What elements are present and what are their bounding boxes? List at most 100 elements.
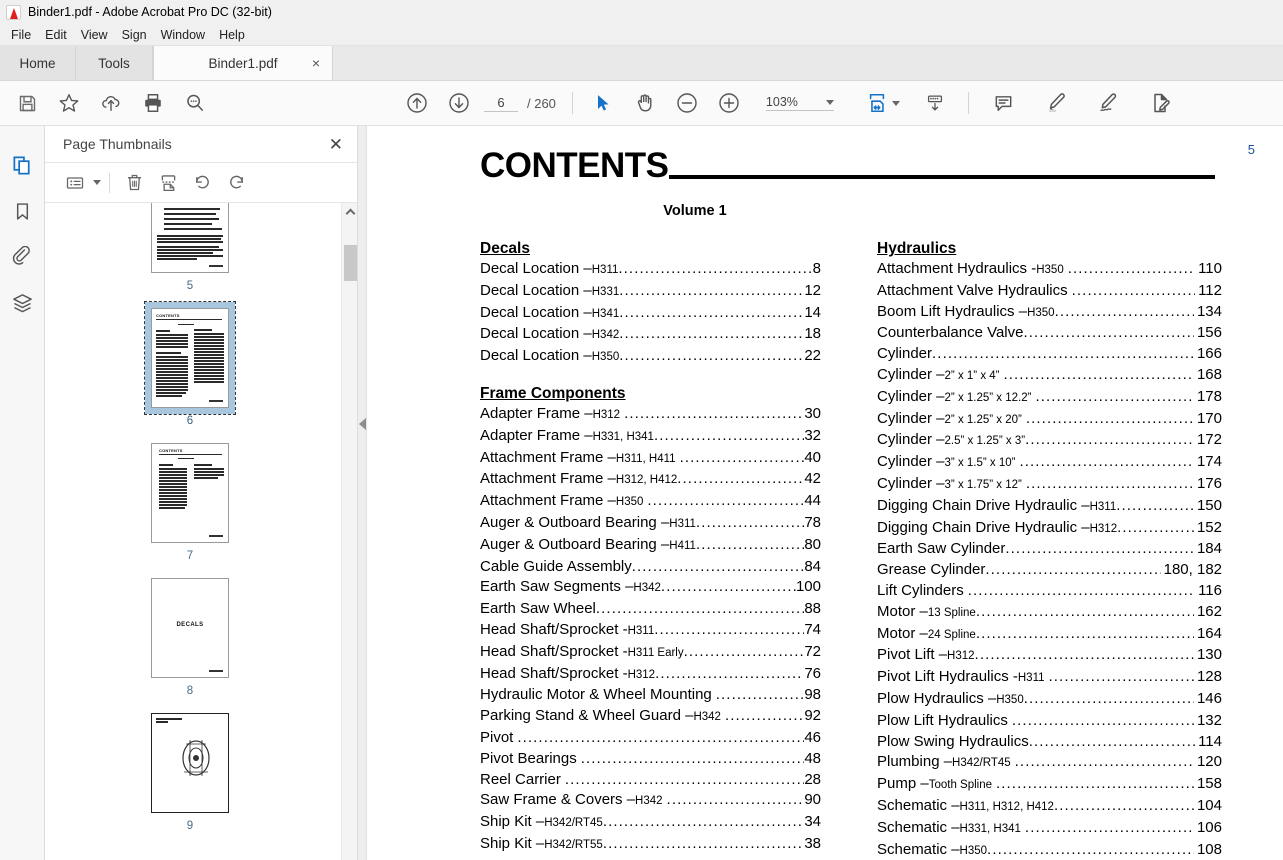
toc-entry[interactable]: Motor – 13 Spline ......................… [877, 602, 1222, 624]
toc-entry[interactable]: Attachment Valve Hydraulics ............… [877, 281, 1222, 302]
toc-entry[interactable]: Decal Location – H341 ..................… [480, 303, 821, 325]
toc-entry[interactable]: Cylinder – 2” x 1” x 4” ................… [877, 365, 1222, 387]
toc-entry[interactable]: Adapter Frame – H312 ...................… [480, 404, 821, 426]
thumbnail-page-6[interactable]: CONTENTS 6 [144, 301, 236, 427]
toc-entry[interactable]: Pump – Tooth Spline ....................… [877, 774, 1222, 796]
toc-entry[interactable]: Attachment Hydraulics - H350 ...........… [877, 259, 1222, 281]
toc-entry[interactable]: Earth Saw Cylinder .....................… [877, 539, 1222, 560]
toc-entry[interactable]: Schematic – H331, H341 .................… [877, 818, 1222, 840]
previous-page-icon[interactable] [396, 82, 438, 124]
toc-entry[interactable]: Cylinder – 2.5” x 1.25” x 3” ...........… [877, 430, 1222, 452]
toc-entry[interactable]: Schematic – H350 .......................… [877, 840, 1222, 860]
toc-entry[interactable]: Attachment Frame – H350 ................… [480, 491, 821, 513]
toc-entry[interactable]: Lift Cylinders .........................… [877, 581, 1222, 602]
toc-entry[interactable]: Hydraulic Motor & Wheel Mounting .......… [480, 685, 821, 706]
hand-tool-icon[interactable] [624, 82, 666, 124]
toc-entry[interactable]: Auger & Outboard Bearing – H311 ........… [480, 513, 821, 535]
thumbnail-page-5[interactable]: 5 [145, 203, 235, 292]
toc-entry[interactable]: Digging Chain Drive Hydraulic – H312 ...… [877, 518, 1222, 540]
thumbnail-page-7[interactable]: CONTENTS 7 [145, 437, 235, 562]
chevron-down-icon[interactable] [825, 99, 834, 105]
scrollbar-thumb[interactable] [344, 245, 357, 281]
toc-entry[interactable]: Reel Carrier ...........................… [480, 770, 821, 791]
upload-cloud-icon[interactable] [90, 82, 132, 124]
close-icon[interactable]: ✕ [329, 136, 343, 153]
tab-document[interactable]: Binder1.pdf × [153, 46, 333, 80]
toc-entry[interactable]: Attachment Frame – H311, H411 ..........… [480, 448, 821, 470]
toc-entry[interactable]: Head Shaft/Sprocket - H312 .............… [480, 664, 821, 686]
scroll-up-icon[interactable] [342, 203, 357, 220]
menu-file[interactable]: File [7, 26, 41, 44]
document-viewport[interactable]: 5 CONTENTS Volume 1 Decals Decal Locatio… [367, 126, 1283, 860]
tab-tools[interactable]: Tools [76, 46, 153, 80]
toc-entry[interactable]: Decal Location – H331 ..................… [480, 281, 821, 303]
toc-entry[interactable]: Motor – 24 Spline ......................… [877, 624, 1222, 646]
toc-entry[interactable]: Parking Stand & Wheel Guard – H342 .....… [480, 706, 821, 728]
zoom-out-icon[interactable] [666, 82, 708, 124]
draw-freehand-icon[interactable] [1087, 82, 1129, 124]
attachments-icon[interactable] [2, 234, 42, 280]
page-display-icon[interactable] [914, 82, 956, 124]
next-page-icon[interactable] [438, 82, 480, 124]
close-icon[interactable]: × [312, 56, 320, 70]
toc-entry[interactable]: Auger & Outboard Bearing – H411 ........… [480, 535, 821, 557]
toc-entry[interactable]: Attachment Frame – H312, H412 ..........… [480, 469, 821, 491]
cursor-arrow-icon[interactable] [582, 82, 624, 124]
toc-entry[interactable]: Boom Lift Hydraulics – H350 ............… [877, 302, 1222, 324]
panel-splitter[interactable] [358, 126, 367, 860]
toc-entry[interactable]: Cable Guide Assembly ...................… [480, 557, 821, 578]
tab-home[interactable]: Home [0, 46, 76, 80]
toc-entry[interactable]: Plow Lift Hydraulics ...................… [877, 711, 1222, 732]
print-icon[interactable] [132, 82, 174, 124]
toc-entry[interactable]: Ship Kit – H342/RT55 ...................… [480, 834, 821, 856]
thumbnails-scrollbar[interactable] [341, 203, 357, 860]
toc-entry[interactable]: Pivot Bearings .........................… [480, 749, 821, 770]
toc-entry[interactable]: Decal Location – H342 ..................… [480, 324, 821, 346]
toc-entry[interactable]: Saw Frame & Covers – H342 ..............… [480, 790, 821, 812]
toc-entry[interactable]: Cylinder – 2” x 1.25” x 12.2” ..........… [877, 387, 1222, 409]
comment-icon[interactable] [983, 82, 1025, 124]
toc-entry[interactable]: Ship Kit – H342/RT45 ...................… [480, 812, 821, 834]
toc-entry[interactable]: Grease Cylinder ........................… [877, 560, 1222, 581]
extract-pages-icon[interactable] [152, 168, 184, 198]
chevron-down-icon[interactable] [93, 180, 101, 185]
menu-window[interactable]: Window [157, 26, 215, 44]
zoom-level-selector[interactable]: 103% [765, 95, 834, 111]
toc-entry[interactable]: Adapter Frame – H331, H341 .............… [480, 426, 821, 448]
trash-icon[interactable] [118, 168, 150, 198]
toc-entry[interactable]: Cylinder – 2” x 1.25” x 20” ............… [877, 409, 1222, 431]
rotate-clockwise-icon[interactable] [220, 168, 252, 198]
toc-entry[interactable]: Head Shaft/Sprocket - H311 .............… [480, 620, 821, 642]
save-icon[interactable] [6, 82, 48, 124]
toc-entry[interactable]: Pivot Lift – H312 ......................… [877, 645, 1222, 667]
toc-entry[interactable]: Cylinder – 3” x 1.75” x 12” ............… [877, 474, 1222, 496]
toc-entry[interactable]: Cylinder ...............................… [877, 344, 1222, 365]
collapse-panel-icon[interactable] [359, 418, 366, 430]
menu-view[interactable]: View [77, 26, 118, 44]
thumbnail-page-9[interactable]: 9 [145, 707, 235, 832]
toc-entry[interactable]: Head Shaft/Sprocket - H311 Early .......… [480, 642, 821, 664]
highlighter-icon[interactable] [1035, 82, 1077, 124]
toc-entry[interactable]: Digging Chain Drive Hydraulic – H311 ...… [877, 496, 1222, 518]
page-thumbnails-icon[interactable] [2, 142, 42, 188]
toc-entry[interactable]: Schematic – H311, H312, H412 ...........… [877, 796, 1222, 818]
fill-and-sign-icon[interactable] [1139, 82, 1181, 124]
toc-entry[interactable]: Plow Swing Hydraulics ..................… [877, 732, 1222, 753]
toc-entry[interactable]: Plow Hydraulics – H350 .................… [877, 689, 1222, 711]
zoom-in-icon[interactable] [708, 82, 750, 124]
list-options-icon[interactable] [59, 168, 91, 198]
toc-entry[interactable]: Decal Location – H350 ..................… [480, 346, 821, 368]
toc-entry[interactable]: Earth Saw Wheel ........................… [480, 599, 821, 620]
magnifier-icon[interactable] [174, 82, 216, 124]
thumbnails-list[interactable]: 5 CONTENTS 6 CONTENTS 7 DECALS 8 9 [45, 203, 357, 860]
star-icon[interactable] [48, 82, 90, 124]
toc-entry[interactable]: Pivot ..................................… [480, 728, 821, 749]
toc-entry[interactable]: Pivot Lift Hydraulics - H311 ...........… [877, 667, 1222, 689]
toc-entry[interactable]: Plumbing – H342/RT45 ...................… [877, 752, 1222, 774]
toc-entry[interactable]: Earth Saw Segments – H342 ..............… [480, 577, 821, 599]
toc-entry[interactable]: Decal Location – H311 ..................… [480, 259, 821, 281]
page-number-input[interactable] [484, 94, 518, 112]
menu-edit[interactable]: Edit [41, 26, 77, 44]
toc-entry[interactable]: Counterbalance Valve ...................… [877, 323, 1222, 344]
menu-sign[interactable]: Sign [118, 26, 157, 44]
